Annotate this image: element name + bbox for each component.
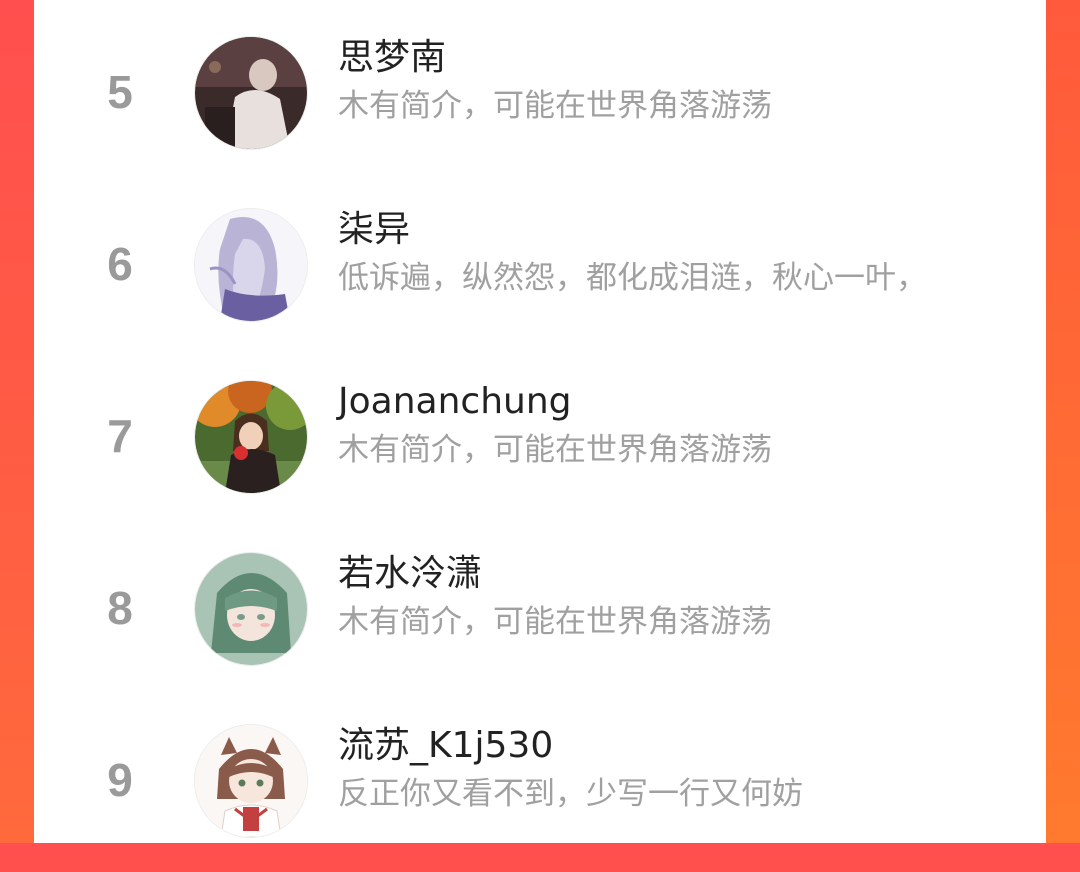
user-bio: 木有简介，可能在世界角落游荡: [338, 604, 772, 640]
ranking-row[interactable]: 5 思梦南 木有简介，可能在世界角落游荡: [34, 12, 1046, 184]
user-name[interactable]: 若水泠潇: [338, 550, 482, 598]
avatar-illustration-icon: [195, 725, 307, 837]
rank-number: 6: [107, 238, 133, 290]
rank-number: 7: [107, 410, 133, 462]
avatar-photo-icon: [195, 37, 307, 149]
user-name[interactable]: 思梦南: [338, 34, 446, 82]
ranking-list-panel: 5 思梦南 木有简介，可能在世界角落游荡 6 柒异 低诉遍，纵然怨，都化成泪涟，…: [34, 0, 1046, 843]
avatar-photo-icon: [195, 381, 307, 493]
user-bio: 低诉遍，纵然怨，都化成泪涟，秋心一叶，: [338, 260, 927, 296]
avatar[interactable]: [194, 208, 308, 322]
avatar-illustration-icon: [195, 209, 307, 321]
user-name[interactable]: 柒异: [338, 206, 410, 254]
user-name[interactable]: 流苏_K1j530: [338, 722, 553, 770]
avatar[interactable]: [194, 552, 308, 666]
user-bio: 反正你又看不到，少写一行又何妨: [338, 776, 803, 812]
rank-number: 9: [107, 754, 133, 806]
rank-number: 8: [107, 582, 133, 634]
background-edge-right: [1044, 0, 1080, 843]
avatar[interactable]: [194, 724, 308, 838]
ranking-row[interactable]: 9 流苏_K1j530 反正你又看不到，少写一行又何妨: [34, 700, 1046, 872]
user-bio: 木有简介，可能在世界角落游荡: [338, 88, 772, 124]
ranking-row[interactable]: 8 若水泠潇 木有简介，可能在世界角落游荡: [34, 528, 1046, 700]
avatar[interactable]: [194, 36, 308, 150]
user-bio: 木有简介，可能在世界角落游荡: [338, 432, 772, 468]
user-name[interactable]: Joananchung: [338, 378, 572, 426]
ranking-row[interactable]: 6 柒异 低诉遍，纵然怨，都化成泪涟，秋心一叶，: [34, 184, 1046, 356]
avatar-illustration-icon: [195, 553, 307, 665]
ranking-row[interactable]: 7 Joananchung 木有简介，可能在世界角落游荡: [34, 356, 1046, 528]
avatar[interactable]: [194, 380, 308, 494]
rank-number: 5: [107, 66, 133, 118]
